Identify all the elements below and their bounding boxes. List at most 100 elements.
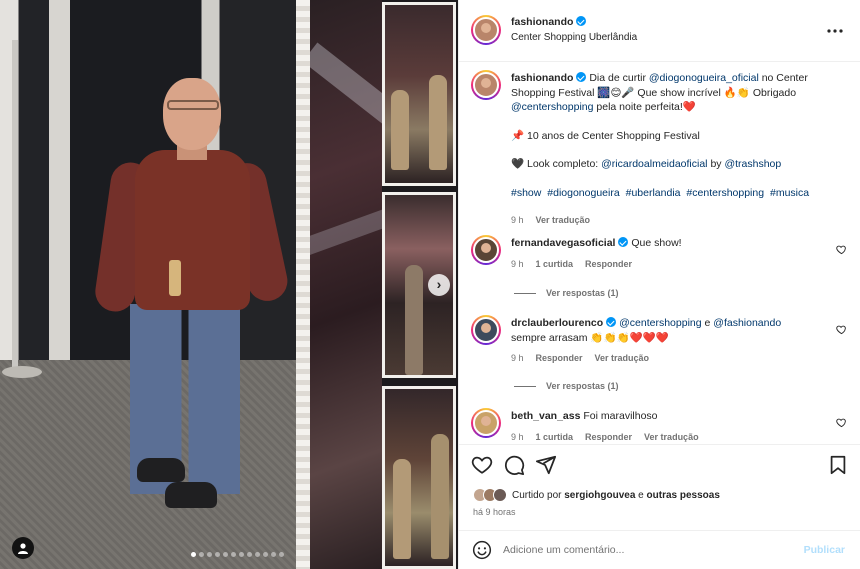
user-tag-icon (18, 543, 28, 554)
replies-divider (514, 292, 536, 294)
liked-by-prefix: Curtido por (512, 489, 562, 501)
author-avatar[interactable] (471, 15, 501, 45)
mention-link[interactable]: @fashionando (713, 317, 781, 329)
liked-by-user[interactable]: sergiohgouvea (564, 490, 635, 501)
liked-by-suffix: e (638, 489, 644, 501)
carousel-dot (207, 552, 212, 557)
comment-input[interactable] (503, 541, 793, 559)
comment-like-icon[interactable] (836, 324, 847, 335)
carousel-dot (231, 552, 236, 557)
caption-text-5: pela noite perfeita! (596, 101, 683, 113)
mention-link[interactable]: @diogonogueira_oficial (649, 72, 759, 84)
hashtag-link[interactable]: #uberlandia (626, 187, 681, 199)
heart-emoji: 🖤 (511, 158, 525, 170)
photo-person-shoe (137, 458, 185, 482)
send-icon[interactable] (535, 454, 557, 476)
translate-button[interactable]: Ver tradução (536, 215, 591, 225)
post-media-carousel[interactable]: › (0, 0, 458, 569)
bookmark-icon[interactable] (827, 454, 849, 476)
photo-person-glasses (167, 100, 219, 110)
view-replies-label: Ver respostas (1) (546, 381, 619, 391)
photo-musician (393, 459, 411, 559)
verified-badge-icon (576, 72, 587, 82)
photo-musician (391, 90, 409, 170)
caption-text: fashionando Dia de curtir @diogonogueira… (511, 71, 833, 200)
reply-button[interactable]: Responder (536, 353, 583, 363)
more-horizontal-icon (827, 29, 843, 33)
caption-meta: 9 h Ver tradução (511, 215, 590, 225)
liked-by-others[interactable]: outras pessoas (647, 490, 720, 501)
mention-link[interactable]: @ricardoalmeidaoficial (601, 158, 707, 170)
hashtag-link[interactable]: #centershopping (686, 187, 764, 199)
mention-link[interactable]: @centershopping (511, 101, 593, 113)
carousel-dot (247, 552, 252, 557)
caption-text-1: Dia de curtir (589, 72, 646, 84)
more-options-button[interactable] (827, 20, 843, 38)
heart-icon[interactable] (471, 454, 493, 476)
post-actions: Curtido por sergiohgouvea e outras pesso… (459, 444, 860, 526)
reply-button[interactable]: Responder (585, 259, 632, 269)
comment-username[interactable]: beth_van_ass (511, 410, 580, 422)
photo-person-head (163, 78, 221, 150)
comment-likes-count[interactable]: 1 curtida (536, 259, 574, 269)
liked-by[interactable]: Curtido por sergiohgouvea e outras pesso… (473, 488, 720, 502)
carousel-dots (191, 552, 284, 557)
torn-paper-edge (296, 0, 310, 569)
comment-like-icon[interactable] (836, 417, 847, 428)
comment-username[interactable]: drclauberlourenco (511, 317, 603, 329)
author-username[interactable]: fashionando (511, 16, 573, 28)
commenter-avatar[interactable] (471, 235, 501, 265)
photo-person-shoe (165, 482, 217, 508)
comment-meta: 9 h Responder Ver tradução (511, 353, 649, 363)
user-tag-button[interactable] (12, 537, 34, 559)
comment-like-icon[interactable] (836, 244, 847, 255)
comment-body: Foi maravilhoso (583, 410, 658, 422)
view-replies-button[interactable]: Ver respostas (1) (514, 381, 619, 391)
view-replies-button[interactable]: Ver respostas (1) (514, 288, 619, 298)
translate-button[interactable]: Ver tradução (644, 432, 699, 442)
author-avatar[interactable] (471, 70, 501, 100)
publish-button[interactable]: Publicar (804, 544, 845, 556)
liked-by-text: Curtido por sergiohgouvea e outras pesso… (512, 490, 720, 501)
carousel-next-button[interactable]: › (428, 274, 450, 296)
comment-username[interactable]: fernandavegasoficial (511, 237, 615, 249)
comments-section[interactable]: fashionando Dia de curtir @diogonogueira… (459, 62, 860, 444)
carousel-dot (271, 552, 276, 557)
replies-divider (514, 385, 536, 387)
hashtag-link[interactable]: #diogonogueira (547, 187, 619, 199)
comment-icon[interactable] (503, 454, 525, 476)
carousel-dot (263, 552, 268, 557)
caption-text-3: Que show incrível (637, 86, 721, 99)
comment-emoji: 👏👏👏❤️❤️❤️ (590, 331, 669, 344)
verified-badge-icon (606, 317, 617, 327)
carousel-dot (239, 552, 244, 557)
photo-lamp-base (2, 366, 42, 378)
mention-link[interactable]: @trashshop (724, 158, 781, 170)
carousel-dot (255, 552, 260, 557)
carousel-dot (279, 552, 284, 557)
translate-button[interactable]: Ver tradução (595, 353, 650, 363)
chevron-right-icon: › (436, 276, 442, 292)
post-header: fashionando Center Shopping Uberlândia (459, 0, 860, 62)
pin-emoji: 📌 (511, 129, 525, 142)
comment-time: 9 h (511, 259, 524, 269)
photo-person-sweater (135, 150, 250, 310)
photo-champagne-glass (169, 260, 181, 296)
comment-likes-count[interactable]: 1 curtida (536, 432, 574, 442)
comment-body: sempre arrasam (511, 331, 588, 344)
caption-emoji: 🔥👏 (723, 86, 750, 99)
hashtag-link[interactable]: #show (511, 187, 541, 199)
caption-text-4: Obrigado (752, 86, 797, 99)
commenter-avatar[interactable] (471, 408, 501, 438)
hashtag-link[interactable]: #musica (770, 187, 809, 199)
post-timestamp[interactable]: há 9 horas (473, 507, 516, 517)
caption-line-3-by: by (710, 158, 722, 170)
post-location[interactable]: Center Shopping Uberlândia (511, 32, 637, 43)
caption-line-festival: 📌 10 anos de Center Shopping Festival (511, 129, 833, 144)
caption-username[interactable]: fashionando (511, 72, 573, 84)
reply-button[interactable]: Responder (585, 432, 632, 442)
emoji-icon[interactable] (472, 540, 492, 560)
commenter-avatar[interactable] (471, 315, 501, 345)
mention-link[interactable]: @centershopping (619, 317, 701, 329)
carousel-dot (199, 552, 204, 557)
